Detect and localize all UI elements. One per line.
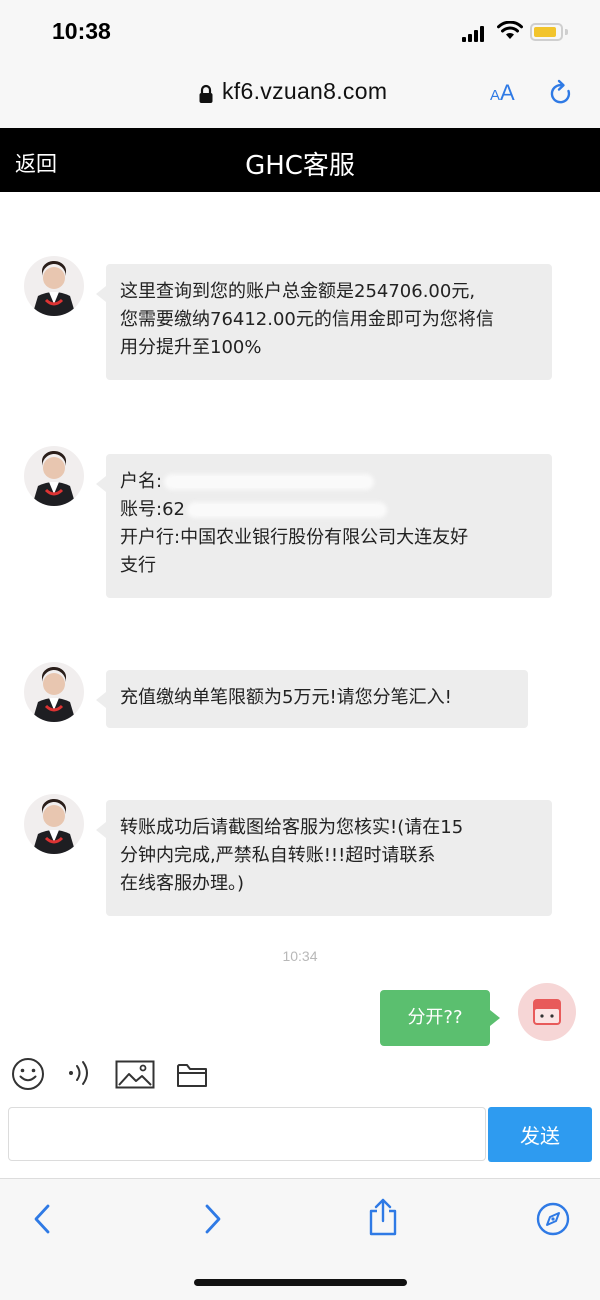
redacted-name: [164, 474, 375, 490]
voice-icon[interactable]: [66, 1057, 94, 1087]
reload-icon[interactable]: [548, 79, 574, 107]
chat-toolbar: [0, 1057, 600, 1103]
battery-icon: [530, 23, 563, 41]
image-icon[interactable]: [115, 1060, 155, 1090]
agent-message-bubble: 充值缴纳单笔限额为5万元!请您分笔汇入!: [96, 670, 528, 728]
home-indicator[interactable]: [194, 1279, 407, 1286]
url-text[interactable]: kf6.vzuan8.com: [222, 78, 387, 105]
text-size-button[interactable]: AA: [490, 80, 515, 106]
send-button[interactable]: 发送: [488, 1107, 592, 1162]
back-arrow-icon[interactable]: [32, 1203, 52, 1235]
signal-icon: [462, 25, 488, 42]
agent-avatar: [24, 662, 84, 722]
message-timestamp: 10:34: [282, 948, 318, 964]
status-time: 10:38: [52, 18, 111, 44]
status-bar: 10:38: [0, 0, 600, 64]
battery-tip: [565, 29, 568, 35]
account-number-line: 账号:62: [120, 496, 538, 524]
lock-icon: [199, 84, 213, 103]
message-line: 您需要缴纳76412.00元的信用金即可为您将信: [120, 309, 494, 330]
user-avatar: [518, 983, 576, 1041]
message-line: 在线客服办理。): [120, 873, 245, 894]
page-title: GHC客服: [245, 151, 355, 181]
account-number-prefix: 62: [162, 499, 185, 520]
account-name-label: 户名:: [120, 471, 163, 492]
account-name-line: 户名:: [120, 468, 538, 496]
composer: 发送: [0, 1105, 600, 1165]
message-input[interactable]: [8, 1107, 486, 1161]
agent-avatar: [24, 446, 84, 506]
agent-message-bubble: 户名: 账号:62 开户行:中国农业银行股份有限公司大连友好 支行: [96, 454, 552, 598]
agent-avatar: [24, 256, 84, 316]
app-header: 返回 GHC客服: [0, 128, 600, 192]
bank-line: 开户行:中国农业银行股份有限公司大连友好: [120, 527, 469, 548]
agent-message-bubble: 转账成功后请截图给客服为您核实!(请在15 分钟内完成,严禁私自转账!!!超时请…: [96, 800, 552, 916]
message-line: 转账成功后请截图给客服为您核实!(请在15: [120, 817, 464, 838]
wifi-icon: [497, 21, 523, 39]
folder-icon[interactable]: [176, 1061, 208, 1089]
message-line: 充值缴纳单笔限额为5万元!请您分笔汇入!: [120, 687, 452, 708]
agent-message-bubble: 这里查询到您的账户总金额是254706.00元, 您需要缴纳76412.00元的…: [96, 264, 552, 380]
redacted-account-number: [186, 502, 387, 518]
emoji-icon[interactable]: [11, 1057, 45, 1091]
agent-avatar: [24, 794, 84, 854]
message-line: 用分提升至100%: [120, 337, 262, 358]
forward-arrow-icon[interactable]: [203, 1203, 223, 1235]
bank-line: 支行: [120, 555, 156, 576]
message-line: 这里查询到您的账户总金额是254706.00元,: [120, 281, 476, 302]
message-line: 分钟内完成,严禁私自转账!!!超时请联系: [120, 845, 436, 866]
share-icon[interactable]: [367, 1197, 399, 1237]
compass-icon[interactable]: [535, 1201, 571, 1237]
user-message-bubble: 分开??: [380, 990, 500, 1046]
account-number-label: 账号:: [120, 499, 163, 520]
